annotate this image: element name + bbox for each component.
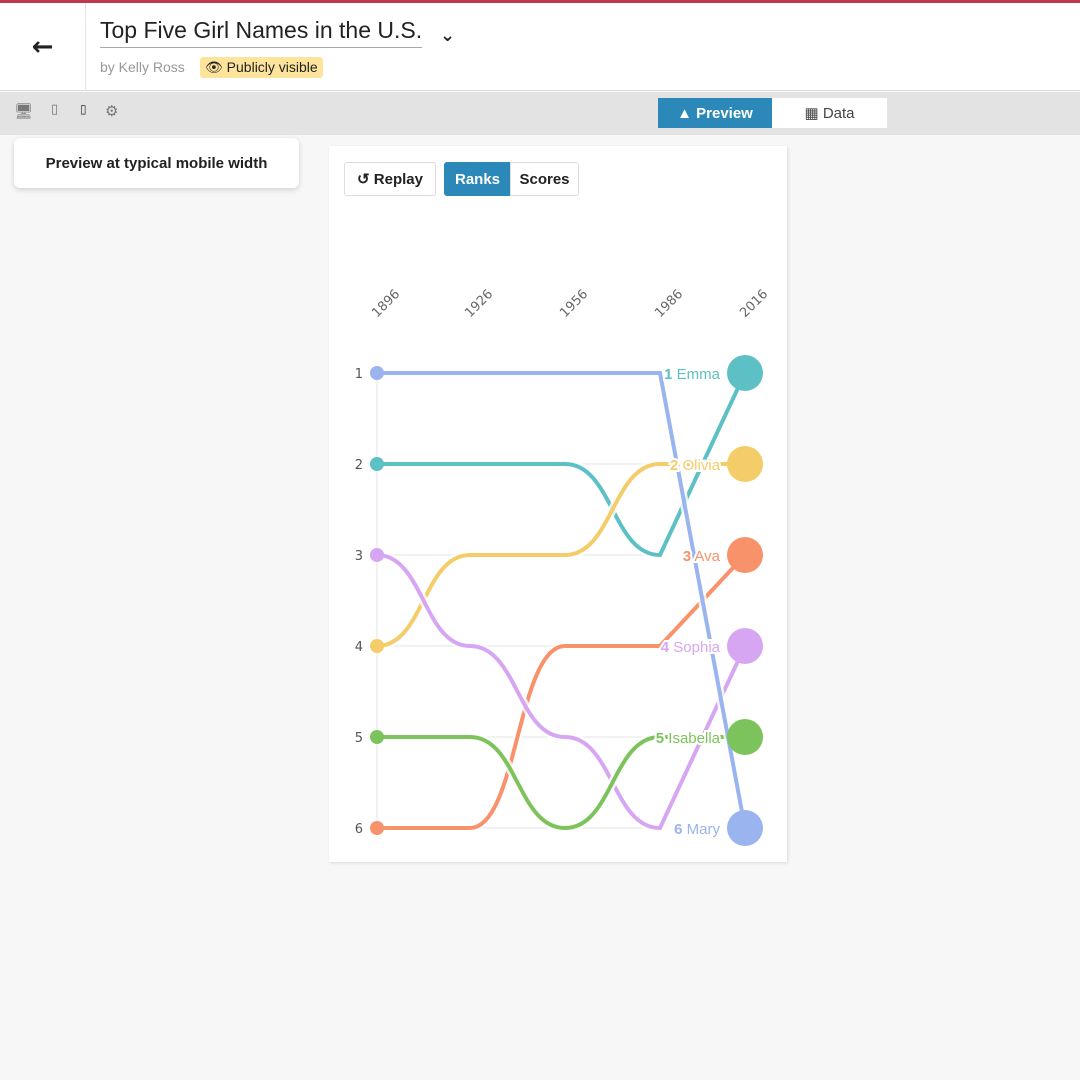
end-circle-emma xyxy=(727,355,763,391)
y-tick-label: 6 xyxy=(355,822,363,837)
series-halo xyxy=(376,551,749,833)
end-circle-isabella xyxy=(727,719,763,755)
bump-chart: 1 2 3 4 5 6 1896 1926 1956 1986 2016 1 Emma 2 Olivia… xyxy=(355,287,771,846)
end-label-mary: 6 Mary xyxy=(674,821,720,838)
y-tick-label: 1 xyxy=(355,367,363,382)
y-tick-label: 5 xyxy=(355,731,363,746)
end-circle-olivia xyxy=(727,446,763,482)
series-halo xyxy=(376,550,750,833)
end-label-ava: 3 Ava xyxy=(683,548,721,565)
end-label-olivia: 2 Olivia xyxy=(670,457,721,474)
y-tick-label: 2 xyxy=(355,458,363,473)
start-dot-olivia xyxy=(370,639,384,653)
end-label-sophia: 4 Sophia xyxy=(661,639,721,656)
series-line-isabella xyxy=(377,734,745,831)
x-tick-label: 2016 xyxy=(737,287,771,321)
end-circle-ava xyxy=(727,537,763,573)
end-label-isabella: 5 Isabella xyxy=(656,730,721,747)
start-dot-ava xyxy=(370,821,384,835)
start-dot-mary xyxy=(370,366,384,380)
series-line-ava xyxy=(376,553,747,831)
y-tick-label: 4 xyxy=(355,640,363,655)
x-tick-label: 1956 xyxy=(557,287,591,321)
end-circle-sophia xyxy=(727,628,763,664)
x-tick-label: 1986 xyxy=(652,287,686,321)
start-dot-isabella xyxy=(370,730,384,744)
x-tick-label: 1926 xyxy=(462,287,496,321)
y-tick-label: 3 xyxy=(355,549,363,564)
x-tick-label: 1896 xyxy=(369,287,403,321)
series-line-sophia xyxy=(376,553,747,831)
start-dot-sophia xyxy=(370,548,384,562)
end-label-emma: 1 Emma xyxy=(664,366,721,383)
series-halo xyxy=(377,732,745,833)
start-dot-emma xyxy=(370,457,384,471)
end-circle-mary xyxy=(727,810,763,846)
